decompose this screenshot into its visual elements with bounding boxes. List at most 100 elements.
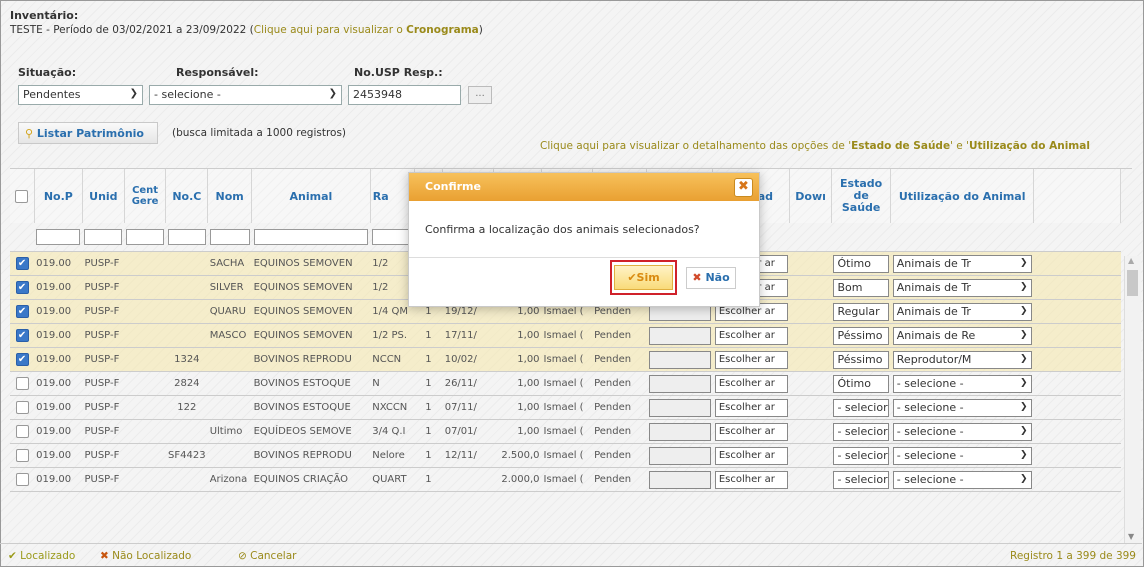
nao-localizado-action[interactable]: ✖ Não Localizado xyxy=(100,550,191,562)
estado-select[interactable]: Regular xyxy=(833,302,889,321)
util-select[interactable]: - selecione - ❯ xyxy=(892,398,1032,417)
upload-button[interactable]: Escolher ar xyxy=(714,398,788,417)
row-checkbox[interactable] xyxy=(15,401,29,414)
listar-patrimonio-button[interactable]: ⚲ Listar Patrimônio xyxy=(18,122,158,144)
col-down[interactable]: Dowı xyxy=(789,169,832,223)
col-cent[interactable]: Cent Gere xyxy=(124,169,167,223)
row-checkbox[interactable] xyxy=(15,377,29,390)
select-all-checkbox[interactable] xyxy=(15,189,29,203)
scroll-up-icon[interactable]: ▲ xyxy=(1128,256,1134,265)
util-select[interactable]: - selecione - ❯ xyxy=(892,374,1032,393)
util-select[interactable]: Animais de Re ❯ xyxy=(892,326,1032,345)
util-value: - selecione - xyxy=(896,424,964,438)
util-select[interactable]: - selecione - ❯ xyxy=(892,422,1032,441)
upload-button[interactable]: Escolher ar xyxy=(714,326,788,345)
estado-select[interactable]: - selecior xyxy=(833,398,889,417)
cell-down xyxy=(789,347,832,372)
filter-input[interactable] xyxy=(372,229,413,245)
row-checkbox[interactable] xyxy=(15,473,29,486)
row-checkbox[interactable]: ✔ xyxy=(15,305,29,318)
estado-select[interactable]: - selecior xyxy=(833,422,889,441)
cronograma-link[interactable]: Clique aqui para visualizar o Cronograma xyxy=(254,24,479,36)
local-input[interactable] xyxy=(648,422,711,441)
table-row[interactable]: 019.00 PUSP-F Arizona EQUINOS CRIAÇÃO QUART 1… xyxy=(10,467,1121,492)
cell-qty: 1 xyxy=(414,395,443,420)
local-input[interactable] xyxy=(648,470,711,489)
filter-input[interactable] xyxy=(126,229,164,245)
table-row[interactable]: 019.00 PUSP-F Ultimo EQUÍDEOS SEMOVE 3/4 Q.I… xyxy=(10,419,1121,444)
util-select[interactable]: Animais de Tr ❯ xyxy=(892,278,1032,297)
filter-input[interactable] xyxy=(167,229,206,245)
upload-button[interactable]: Escolher ar xyxy=(714,422,788,441)
cancelar-action[interactable]: ⊘ Cancelar xyxy=(238,550,296,562)
table-row[interactable]: 019.00 PUSP-F 2824 BOVINOS ESTOQUE N 1 26/11/1… xyxy=(10,371,1121,396)
col-noc[interactable]: No.C xyxy=(165,169,209,223)
cell-nom: Ultimo xyxy=(207,419,252,444)
estado-select[interactable]: Péssimo xyxy=(833,326,889,345)
table-row[interactable]: ✔ 019.00 PUSP-F MASCO EQUINOS SEMOVEN 1/2 PS.… xyxy=(10,323,1121,348)
local-input[interactable] xyxy=(648,446,711,465)
local-input[interactable] xyxy=(648,398,711,417)
estado-select[interactable]: - selecior xyxy=(833,470,889,489)
util-value: - selecione - xyxy=(896,472,964,486)
estado-select[interactable]: Péssimo xyxy=(833,350,889,369)
local-input[interactable] xyxy=(648,326,711,345)
table-row[interactable]: 019.00 PUSP-F SF4423 BOVINOS REPRODU Nelore 1… xyxy=(10,443,1121,468)
col-animal[interactable]: Animal xyxy=(251,169,371,223)
util-select[interactable]: Animais de Tr ❯ xyxy=(892,254,1032,273)
upload-button[interactable]: Escolher ar xyxy=(714,446,788,465)
row-checkbox[interactable]: ✔ xyxy=(15,329,29,342)
row-checkbox[interactable] xyxy=(15,449,29,462)
util-select[interactable]: Animais de Tr ❯ xyxy=(892,302,1032,321)
detalhamento-link[interactable]: Clique aqui para visualizar o detalhamen… xyxy=(540,140,1090,152)
responsavel-select[interactable]: - selecione - ❯ xyxy=(149,85,342,105)
nousp-label: No.USP Resp.: xyxy=(354,66,443,79)
cell-blank xyxy=(1033,299,1121,324)
filter-input[interactable] xyxy=(84,229,123,245)
sim-button[interactable]: ✔Sim xyxy=(614,265,673,290)
close-icon[interactable]: ✖ xyxy=(734,178,753,197)
row-checkbox[interactable] xyxy=(15,425,29,438)
col-nop[interactable]: No.P xyxy=(34,169,83,223)
estado-select[interactable]: - selecior xyxy=(833,446,889,465)
select-all-header[interactable] xyxy=(10,169,35,223)
table-row[interactable]: 019.00 PUSP-F 122 BOVINOS ESTOQUE NXCCN 1 07/1… xyxy=(10,395,1121,420)
row-checkbox[interactable]: ✔ xyxy=(15,257,29,270)
estado-select[interactable]: Bom xyxy=(833,278,889,297)
scroll-down-icon[interactable]: ▼ xyxy=(1128,532,1134,541)
nao-button[interactable]: ✖ Não xyxy=(686,267,736,289)
util-select[interactable]: - selecione - ❯ xyxy=(892,446,1032,465)
local-input[interactable] xyxy=(648,374,711,393)
situacao-label: Situação: xyxy=(18,66,77,79)
lookup-button[interactable]: ... xyxy=(468,86,492,104)
row-checkbox[interactable]: ✔ xyxy=(15,281,29,294)
cell-unid: PUSP-F xyxy=(82,323,125,348)
col-util[interactable]: Utilização do Animal xyxy=(890,169,1035,223)
local-input[interactable] xyxy=(648,350,711,369)
cell-noc xyxy=(165,299,208,324)
util-select[interactable]: Reprodutor/M ❯ xyxy=(892,350,1032,369)
nousp-input[interactable]: 2453948 xyxy=(348,85,461,105)
col-nom[interactable]: Nom xyxy=(207,169,253,223)
localizado-action[interactable]: ✔ Localizado xyxy=(8,550,75,562)
upload-button[interactable]: Escolher ar xyxy=(714,374,788,393)
cell-blank xyxy=(1033,419,1121,444)
cell-ra: 3/4 Q.I xyxy=(370,419,415,444)
estado-select[interactable]: Ótimo xyxy=(833,374,889,393)
filter-input[interactable] xyxy=(36,229,81,245)
util-select[interactable]: - selecione - ❯ xyxy=(892,470,1032,489)
situacao-select[interactable]: Pendentes ❯ xyxy=(18,85,143,105)
col-unid[interactable]: Unid xyxy=(82,169,125,223)
filter-input[interactable] xyxy=(253,229,369,245)
filter-input[interactable] xyxy=(209,229,250,245)
estado-select[interactable]: Ótimo xyxy=(833,254,889,273)
cell-nom: Arizona xyxy=(207,467,252,492)
table-row[interactable]: ✔ 019.00 PUSP-F 1324 BOVINOS REPRODU NCCN 1 10/… xyxy=(10,347,1121,372)
row-checkbox[interactable]: ✔ xyxy=(15,353,29,366)
cell-qty: 1 xyxy=(414,323,443,348)
upload-button[interactable]: Escolher ar xyxy=(714,350,788,369)
table-scrollbar[interactable]: ▲ ▼ xyxy=(1124,256,1141,543)
col-estado[interactable]: Estado de Saúde xyxy=(831,169,892,223)
upload-button[interactable]: Escolher ar xyxy=(714,470,788,489)
scroll-thumb[interactable] xyxy=(1127,270,1138,296)
